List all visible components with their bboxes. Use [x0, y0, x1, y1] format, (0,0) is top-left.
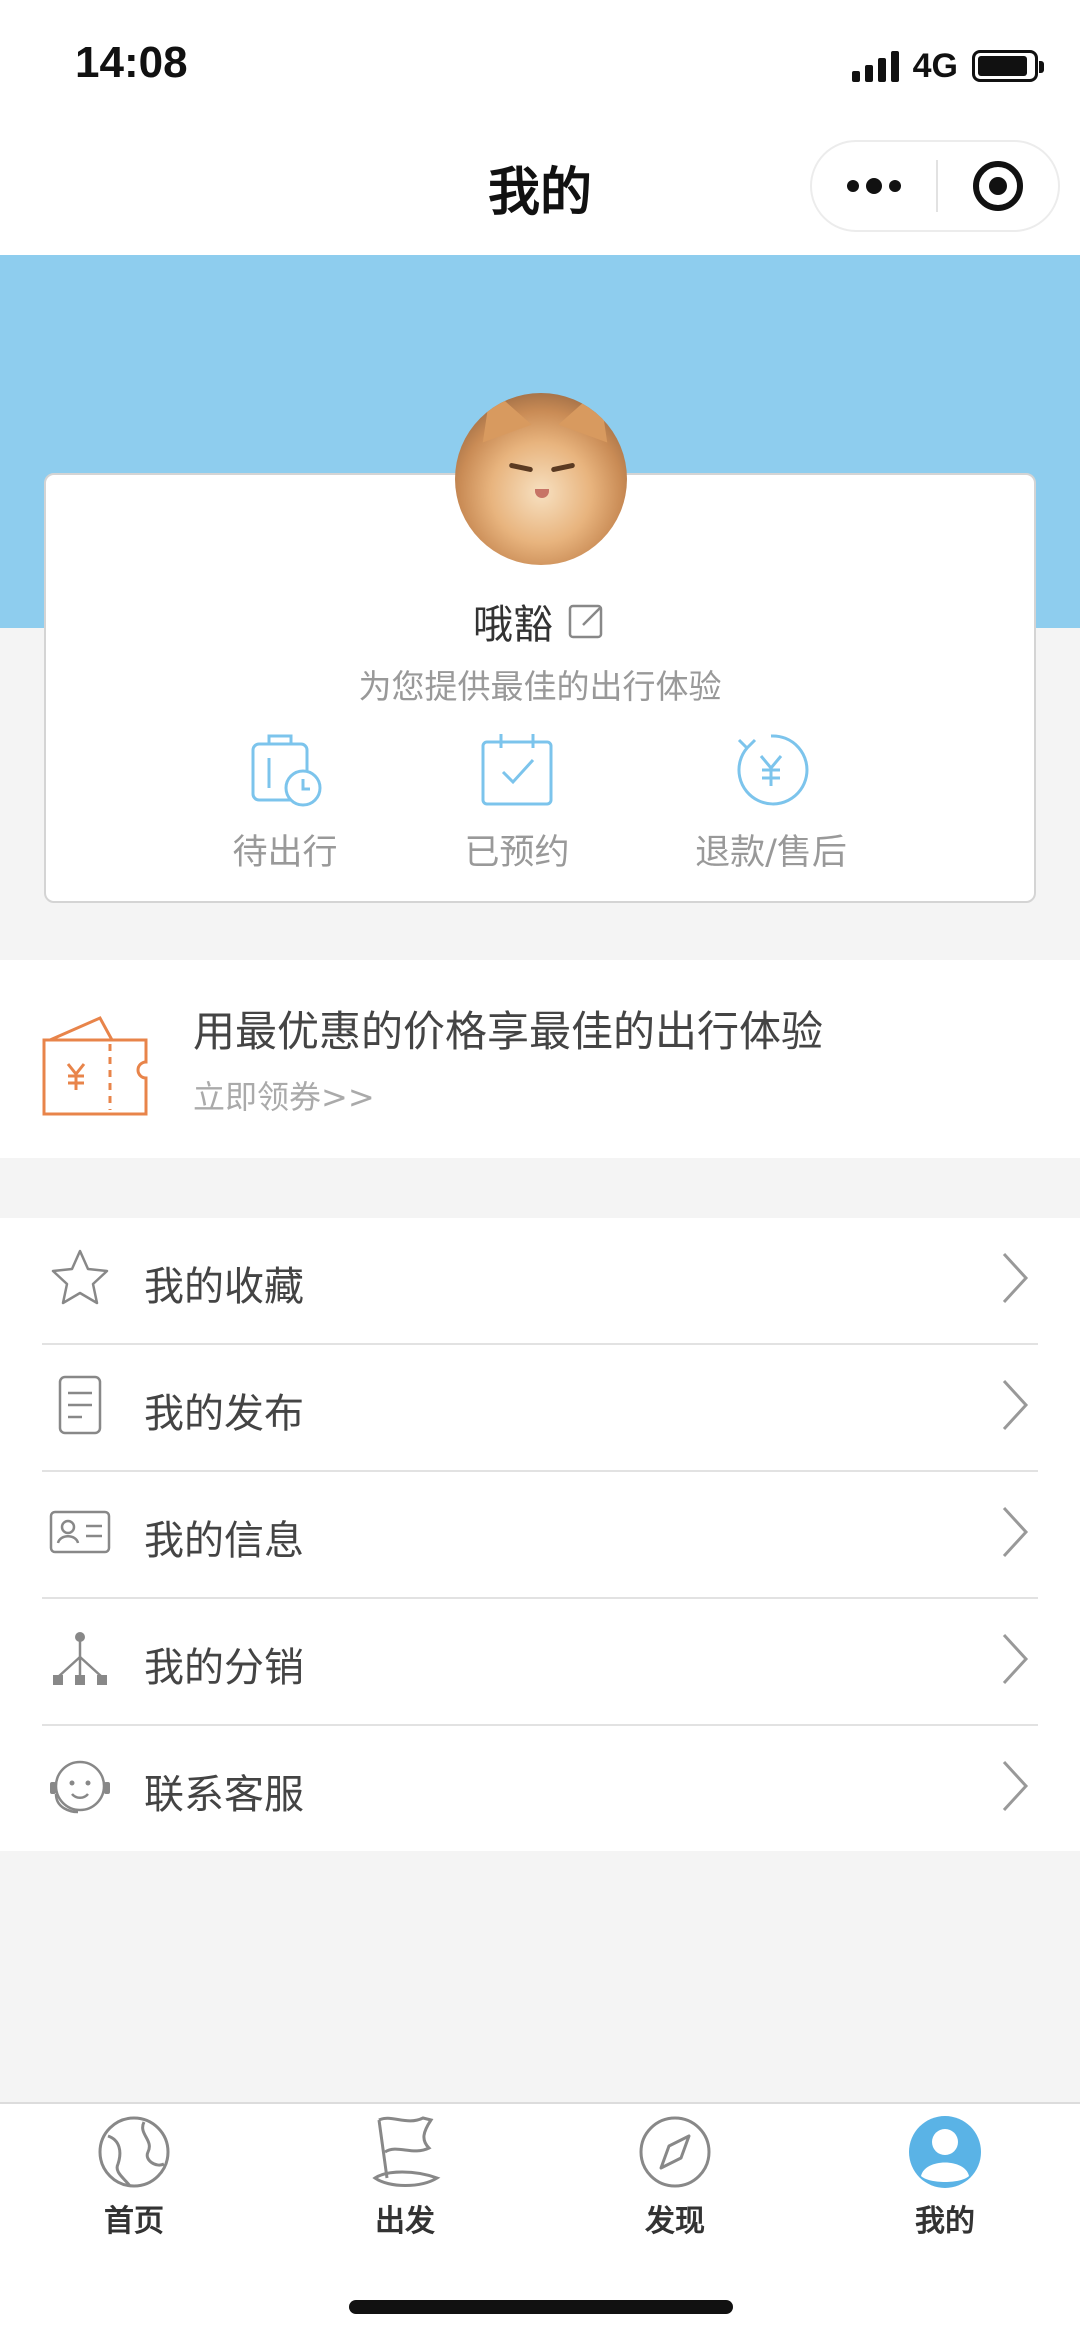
- menu-item-favorites[interactable]: 我的收藏: [0, 1218, 1080, 1345]
- tab-label: 出发: [375, 2204, 435, 2239]
- more-options-button[interactable]: [812, 142, 936, 230]
- battery-icon: [972, 50, 1044, 82]
- network-type: 4G: [912, 46, 958, 85]
- coupon-title: 用最优惠的价格享最佳的出行体验: [193, 1007, 824, 1056]
- tab-depart[interactable]: 出发: [305, 2112, 505, 2240]
- claim-coupon-link[interactable]: 立即领券>>: [193, 1072, 375, 1118]
- luggage-clock-icon: [251, 734, 322, 807]
- quick-action-refund[interactable]: 退款/售后: [651, 730, 891, 875]
- menu-item-label: 我的发布: [144, 1391, 304, 1437]
- quick-action-reserved[interactable]: 已预约: [397, 730, 637, 875]
- calendar-check-icon: [481, 734, 553, 806]
- username-row: 哦豁: [0, 592, 1080, 650]
- quick-action-label: 待出行: [232, 833, 338, 873]
- distribution-tree-icon: [53, 1632, 107, 1685]
- globe-icon: [98, 2116, 170, 2188]
- tab-discover[interactable]: 发现: [575, 2112, 775, 2240]
- coupon-banner[interactable]: 用最优惠的价格享最佳的出行体验 立即领券>>: [0, 960, 1080, 1158]
- profile-tagline: 为您提供最佳的出行体验: [358, 667, 722, 706]
- chevron-right-icon: [1002, 1760, 1029, 1812]
- menu-item-distribution[interactable]: 我的分销: [0, 1599, 1080, 1726]
- chevron-right-icon: [1002, 1252, 1029, 1304]
- target-icon: [973, 161, 1023, 211]
- menu-item-label: 我的分销: [144, 1645, 304, 1691]
- menu-item-label: 我的收藏: [144, 1264, 304, 1310]
- tab-mine[interactable]: 我的: [845, 2112, 1045, 2240]
- status-bar: 14:08 4G: [0, 0, 1080, 130]
- flag-icon: [372, 2116, 441, 2187]
- tab-label: 我的: [915, 2204, 975, 2239]
- status-time: 14:08: [75, 38, 188, 87]
- compass-icon: [639, 2116, 711, 2188]
- menu-item-label: 联系客服: [144, 1772, 304, 1818]
- username: 哦豁: [473, 602, 553, 648]
- document-icon: [58, 1375, 102, 1435]
- home-indicator[interactable]: [349, 2300, 733, 2314]
- status-indicators: 4G: [851, 46, 1044, 86]
- menu-item-customer-service[interactable]: 联系客服: [0, 1726, 1080, 1853]
- menu-item-info[interactable]: 我的信息: [0, 1472, 1080, 1599]
- id-card-icon: [49, 1510, 111, 1554]
- chevron-right-icon: [1002, 1379, 1029, 1431]
- close-mini-program-button[interactable]: [938, 142, 1058, 230]
- signal-icon: [851, 50, 899, 82]
- menu-item-label: 我的信息: [144, 1518, 304, 1564]
- chevron-right-icon: [1002, 1506, 1029, 1558]
- quick-action-pending-trip[interactable]: 待出行: [165, 730, 405, 875]
- user-icon: [909, 2116, 981, 2188]
- quick-action-label: 退款/售后: [695, 833, 847, 873]
- coupon-wallet-icon: [42, 1016, 148, 1116]
- quick-action-label: 已预约: [464, 833, 570, 873]
- tab-label: 发现: [645, 2204, 705, 2239]
- star-icon: [51, 1249, 109, 1305]
- avatar[interactable]: [455, 393, 627, 565]
- refund-yen-icon: [737, 734, 809, 806]
- mini-program-capsule: [810, 140, 1060, 232]
- menu-item-posts[interactable]: 我的发布: [0, 1345, 1080, 1472]
- navigation-bar: 我的: [0, 130, 1080, 255]
- tab-home[interactable]: 首页: [34, 2112, 234, 2240]
- chevron-right-icon: [1002, 1633, 1029, 1685]
- edit-icon[interactable]: [567, 601, 607, 641]
- menu-list: 我的收藏 我的发布 我的信息 我的分销 联系客服: [0, 1218, 1080, 1851]
- customer-service-icon: [50, 1760, 110, 1814]
- tab-label: 首页: [104, 2204, 164, 2239]
